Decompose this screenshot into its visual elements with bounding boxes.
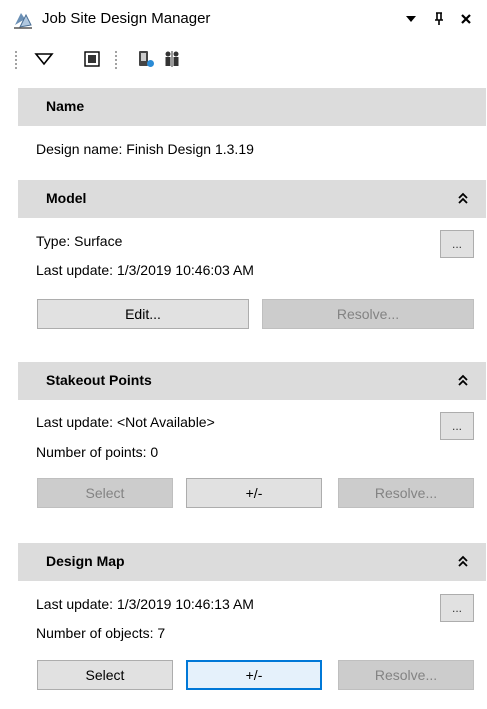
title-bar: Job Site Design Manager [0, 0, 487, 40]
collapse-icon[interactable] [456, 554, 470, 570]
collapse-icon[interactable] [456, 373, 470, 389]
model-more-button[interactable]: ... [440, 230, 474, 258]
triangle-dropdown-icon[interactable] [32, 48, 56, 70]
model-resolve-button[interactable]: Resolve... [262, 299, 474, 329]
close-icon[interactable] [455, 8, 477, 30]
pin-icon[interactable] [428, 8, 450, 30]
stakeout-more-button[interactable]: ... [440, 412, 474, 440]
stakeout-section-title: Stakeout Points [46, 372, 152, 388]
workers-icon[interactable] [160, 48, 184, 70]
design-map-plusminus-button[interactable]: +/- [186, 660, 322, 690]
design-map-section-header[interactable]: Design Map [18, 543, 486, 581]
stakeout-last-update-text: Last update: <Not Available> [36, 414, 215, 430]
collapse-icon[interactable] [456, 191, 470, 207]
dropdown-arrow-icon[interactable] [400, 8, 422, 30]
design-map-last-update-text: Last update: 1/3/2019 10:46:13 AM [36, 596, 254, 612]
model-edit-button[interactable]: Edit... [37, 299, 249, 329]
design-map-section-title: Design Map [46, 553, 125, 569]
design-map-select-button[interactable]: Select [37, 660, 173, 690]
toolbar-grip-2[interactable] [114, 50, 118, 70]
design-layers-icon [14, 13, 32, 29]
stakeout-select-button[interactable]: Select [37, 478, 173, 508]
design-map-more-button[interactable]: ... [440, 594, 474, 622]
stakeout-resolve-button[interactable]: Resolve... [338, 478, 474, 508]
square-view-icon[interactable] [80, 48, 104, 70]
stakeout-section-header[interactable]: Stakeout Points [18, 362, 486, 400]
stakeout-plusminus-button[interactable]: +/- [186, 478, 322, 508]
model-last-update-text: Last update: 1/3/2019 10:46:03 AM [36, 262, 254, 278]
design-name-text: Design name: Finish Design 1.3.19 [36, 141, 254, 157]
design-map-count-text: Number of objects: 7 [36, 625, 166, 641]
device-settings-icon[interactable] [134, 48, 158, 70]
toolbar [0, 40, 487, 78]
name-section-title: Name [46, 98, 85, 114]
stakeout-count-text: Number of points: 0 [36, 444, 159, 460]
model-section-header[interactable]: Model [18, 180, 486, 218]
design-map-resolve-button[interactable]: Resolve... [338, 660, 474, 690]
toolbar-grip[interactable] [14, 50, 18, 70]
model-type-text: Type: Surface [36, 233, 123, 249]
window-title: Job Site Design Manager [42, 10, 211, 27]
name-section-header: Name [18, 88, 486, 126]
model-section-title: Model [46, 190, 87, 206]
